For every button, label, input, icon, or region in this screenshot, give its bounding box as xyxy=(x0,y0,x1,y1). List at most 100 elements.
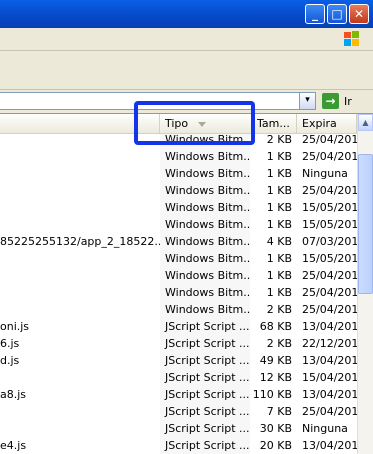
expires-cell: Ninguna xyxy=(302,167,348,180)
file-size-cell: 7 KB xyxy=(266,405,292,418)
go-arrow-icon[interactable]: → xyxy=(322,93,339,109)
file-size-cell: 1 KB xyxy=(266,201,292,214)
file-type-cell: Windows Bitm... xyxy=(160,267,250,284)
column-header-expira-label: Expira xyxy=(302,117,337,130)
file-size-cell: 4 KB xyxy=(266,235,292,248)
file-type-cell: JScript Script ... xyxy=(160,335,250,352)
file-size-cell: 49 KB xyxy=(259,354,292,367)
file-size-cell: 1 KB xyxy=(266,286,292,299)
file-type-cell: Windows Bitm... xyxy=(160,301,250,318)
file-type-cell: Windows Bitm... xyxy=(160,199,250,216)
expires-cell: 15/04/2011 xyxy=(302,371,357,384)
file-size-cell: 68 KB xyxy=(259,320,292,333)
expires-cell: 25/04/2010 xyxy=(302,134,357,146)
maximize-button[interactable]: □ xyxy=(327,4,347,24)
file-type-cell: Windows Bitm... xyxy=(160,148,250,165)
file-size-cell: 20 KB xyxy=(259,439,292,452)
tipo-column-highlight xyxy=(134,101,255,145)
table-row[interactable]: Windows Bitm... 1 KB 15/05/2010 xyxy=(0,250,357,267)
file-name-cell: 85225255132/app_2_18522... xyxy=(0,235,160,248)
file-size-cell: 1 KB xyxy=(266,167,292,180)
file-type-cell: JScript Script ... xyxy=(160,437,250,454)
expires-cell: Ninguna xyxy=(302,422,348,435)
expires-cell: 25/04/2010 xyxy=(302,150,357,163)
expires-cell: 13/04/2011 xyxy=(302,388,357,401)
minimize-button[interactable]: _ xyxy=(305,4,325,24)
scroll-up-arrow-icon[interactable]: ▲ xyxy=(358,114,373,131)
file-size-cell: 1 KB xyxy=(266,184,292,197)
file-rows: Windows Bitm...2 KB25/04/2010Windows Bit… xyxy=(0,134,357,454)
expires-cell: 07/03/2011 xyxy=(302,235,357,248)
file-size-cell: 110 KB xyxy=(252,388,292,401)
table-row[interactable]: Windows Bitm... 1 KB 15/05/2010 xyxy=(0,199,357,216)
expires-cell: 13/04/2011 xyxy=(302,439,357,452)
table-row[interactable]: e4.js JScript Script ... 20 KB 13/04/2011 xyxy=(0,437,357,454)
expires-cell: 13/04/2011 xyxy=(302,354,357,367)
table-row[interactable]: Windows Bitm... 1 KB 25/04/2010 xyxy=(0,267,357,284)
file-name-cell: 6.js xyxy=(0,337,20,350)
file-list: Tipo Tam... Expira Windows Bitm... 2 KB 25… xyxy=(0,113,373,454)
table-row[interactable]: 6.js JScript Script ... 2 KB 22/12/2010 xyxy=(0,335,357,352)
expires-cell: 15/05/2010 xyxy=(302,252,357,265)
toolbar xyxy=(0,51,373,90)
expires-cell: 25/04/2010 xyxy=(302,269,357,282)
file-size-cell: 1 KB xyxy=(266,252,292,265)
table-row[interactable]: JScript Script ... 7 KB 25/04/2010 xyxy=(0,403,357,420)
table-row[interactable]: Windows Bitm... 1 KB Ninguna xyxy=(0,165,357,182)
table-row[interactable]: d.js JScript Script ... 49 KB 13/04/2011 xyxy=(0,352,357,369)
file-type-cell: Windows Bitm... xyxy=(160,250,250,267)
file-type-cell: JScript Script ... xyxy=(160,318,250,335)
title-bar: _ □ ✕ xyxy=(0,0,373,28)
file-size-cell: 2 KB xyxy=(266,134,292,146)
expires-cell: 15/05/2010 xyxy=(302,201,357,214)
expires-cell: 25/04/2010 xyxy=(302,184,357,197)
column-header-tam-label: Tam... xyxy=(257,117,290,130)
expires-cell: 13/04/2011 xyxy=(302,320,357,333)
table-row[interactable]: Windows Bitm... 1 KB 15/05/2010 xyxy=(0,216,357,233)
close-button[interactable]: ✕ xyxy=(349,4,369,24)
file-size-cell: 12 KB xyxy=(259,371,292,384)
go-button-label[interactable]: Ir xyxy=(344,95,352,108)
file-type-cell: Windows Bitm... xyxy=(160,216,250,233)
table-row[interactable]: oni.js JScript Script ... 68 KB 13/04/2011 xyxy=(0,318,357,335)
table-row[interactable]: Windows Bitm... 1 KB 25/04/2010 xyxy=(0,182,357,199)
expires-cell: 15/05/2010 xyxy=(302,218,357,231)
table-row[interactable]: Windows Bitm... 1 KB 25/04/2010 xyxy=(0,284,357,301)
file-type-cell: Windows Bitm... xyxy=(160,165,250,182)
column-header-expira[interactable]: Expira xyxy=(297,114,357,133)
address-dropdown-button[interactable]: ▾ xyxy=(299,92,316,110)
file-type-cell: JScript Script ... xyxy=(160,386,250,403)
file-name-cell: oni.js xyxy=(0,320,30,333)
windows-logo-icon xyxy=(344,31,359,46)
file-size-cell: 30 KB xyxy=(259,422,292,435)
expires-cell: 25/04/2010 xyxy=(302,286,357,299)
expires-cell: 22/12/2010 xyxy=(302,337,357,350)
table-row[interactable]: JScript Script ... 30 KB Ninguna xyxy=(0,420,357,437)
table-row[interactable]: a8.js JScript Script ...110 KB 13/04/2011 xyxy=(0,386,357,403)
menu-bar xyxy=(0,28,373,51)
file-type-cell: Windows Bitm... xyxy=(160,284,250,301)
file-name-cell: a8.js xyxy=(0,388,27,401)
file-size-cell: 1 KB xyxy=(266,269,292,282)
vertical-scrollbar[interactable]: ▲ xyxy=(357,114,373,454)
file-name-cell: e4.js xyxy=(0,439,27,452)
file-type-cell: Windows Bitm... xyxy=(160,182,250,199)
file-size-cell: 1 KB xyxy=(266,150,292,163)
table-row[interactable]: 85225255132/app_2_18522... Windows Bitm..… xyxy=(0,233,357,250)
table-row[interactable]: Windows Bitm... 1 KB 25/04/2010 xyxy=(0,148,357,165)
file-type-cell: Windows Bitm... xyxy=(160,233,250,250)
file-name-cell: d.js xyxy=(0,354,20,367)
file-type-cell: JScript Script ... xyxy=(160,352,250,369)
expires-cell: 25/04/2010 xyxy=(302,405,357,418)
file-size-cell: 2 KB xyxy=(266,303,292,316)
file-type-cell: JScript Script ... xyxy=(160,420,250,437)
table-row[interactable]: JScript Script ... 12 KB 15/04/2011 xyxy=(0,369,357,386)
scroll-thumb[interactable] xyxy=(358,154,373,294)
expires-cell: 25/04/2010 xyxy=(302,303,357,316)
file-size-cell: 1 KB xyxy=(266,218,292,231)
file-type-cell: JScript Script ... xyxy=(160,369,250,386)
file-type-cell: JScript Script ... xyxy=(160,403,250,420)
table-row[interactable]: Windows Bitm... 2 KB 25/04/2010 xyxy=(0,301,357,318)
file-size-cell: 2 KB xyxy=(266,337,292,350)
column-header-tam[interactable]: Tam... xyxy=(252,114,297,133)
